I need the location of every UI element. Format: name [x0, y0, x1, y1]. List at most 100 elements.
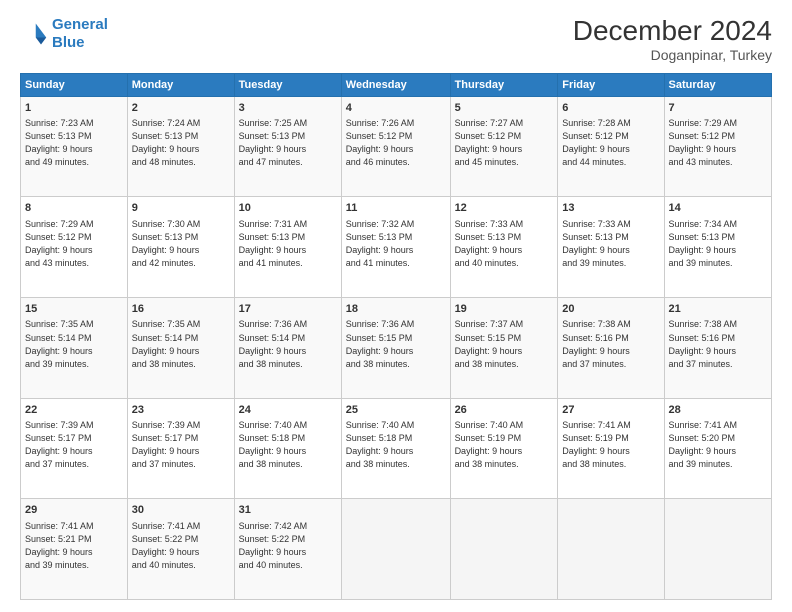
col-saturday: Saturday: [664, 73, 771, 96]
calendar-day-cell: [341, 499, 450, 600]
calendar-day-cell: 2Sunrise: 7:24 AM Sunset: 5:13 PM Daylig…: [127, 96, 234, 197]
logo-line1: General: [52, 16, 108, 33]
day-number: 23: [132, 403, 230, 418]
day-number: 13: [562, 201, 659, 216]
day-info: Sunrise: 7:31 AM Sunset: 5:13 PM Dayligh…: [239, 218, 337, 270]
day-number: 11: [346, 201, 446, 216]
day-info: Sunrise: 7:25 AM Sunset: 5:13 PM Dayligh…: [239, 117, 337, 169]
calendar-day-cell: 13 Sunrise: 7:33 AM Sunset: 5:13 PM Dayli…: [558, 197, 664, 298]
calendar-day-cell: 17Sunrise: 7:36 AM Sunset: 5:14 PM Dayli…: [234, 298, 341, 399]
logo: General Blue: [20, 16, 108, 52]
calendar-day-cell: 1Sunrise: 7:23 AM Sunset: 5:13 PM Daylig…: [21, 96, 128, 197]
calendar-week-row: 1Sunrise: 7:23 AM Sunset: 5:13 PM Daylig…: [21, 96, 772, 197]
day-number: 16: [132, 302, 230, 317]
calendar-subtitle: Doganpinar, Turkey: [573, 47, 772, 63]
day-number: 27: [562, 403, 659, 418]
calendar-day-cell: 31 Sunrise: 7:42 AM Sunset: 5:22 PM Dayli…: [234, 499, 341, 600]
calendar-day-cell: 12 Sunrise: 7:33 AM Sunset: 5:13 PM Dayli…: [450, 197, 558, 298]
col-friday: Friday: [558, 73, 664, 96]
calendar-week-row: 29 Sunrise: 7:41 AM Sunset: 5:21 PM Dayli…: [21, 499, 772, 600]
calendar-day-cell: 29 Sunrise: 7:41 AM Sunset: 5:21 PM Dayli…: [21, 499, 128, 600]
calendar-day-cell: 24Sunrise: 7:40 AM Sunset: 5:18 PM Dayli…: [234, 398, 341, 499]
day-info: Sunrise: 7:41 AM Sunset: 5:19 PM Dayligh…: [562, 419, 659, 471]
day-number: 17: [239, 302, 337, 317]
calendar-day-cell: 8 Sunrise: 7:29 AM Sunset: 5:12 PM Daylig…: [21, 197, 128, 298]
calendar-day-cell: 27Sunrise: 7:41 AM Sunset: 5:19 PM Dayli…: [558, 398, 664, 499]
calendar-day-cell: [664, 499, 771, 600]
day-number: 28: [669, 403, 767, 418]
day-info: Sunrise: 7:40 AM Sunset: 5:18 PM Dayligh…: [239, 419, 337, 471]
col-tuesday: Tuesday: [234, 73, 341, 96]
day-info: Sunrise: 7:42 AM Sunset: 5:22 PM Dayligh…: [239, 520, 337, 572]
day-info: Sunrise: 7:24 AM Sunset: 5:13 PM Dayligh…: [132, 117, 230, 169]
day-number: 2: [132, 101, 230, 116]
title-block: December 2024 Doganpinar, Turkey: [573, 16, 772, 63]
day-info: Sunrise: 7:41 AM Sunset: 5:21 PM Dayligh…: [25, 520, 123, 572]
day-info: Sunrise: 7:34 AM Sunset: 5:13 PM Dayligh…: [669, 218, 767, 270]
day-info: Sunrise: 7:41 AM Sunset: 5:22 PM Dayligh…: [132, 520, 230, 572]
day-number: 14: [669, 201, 767, 216]
day-info: Sunrise: 7:29 AM Sunset: 5:12 PM Dayligh…: [25, 218, 123, 270]
day-info: Sunrise: 7:38 AM Sunset: 5:16 PM Dayligh…: [669, 318, 767, 370]
day-number: 6: [562, 101, 659, 116]
page: General Blue December 2024 Doganpinar, T…: [0, 0, 792, 612]
day-info: Sunrise: 7:39 AM Sunset: 5:17 PM Dayligh…: [25, 419, 123, 471]
day-number: 18: [346, 302, 446, 317]
calendar-day-cell: 14 Sunrise: 7:34 AM Sunset: 5:13 PM Dayli…: [664, 197, 771, 298]
calendar-day-cell: 3Sunrise: 7:25 AM Sunset: 5:13 PM Daylig…: [234, 96, 341, 197]
logo-text: General Blue: [52, 16, 108, 52]
day-info: Sunrise: 7:35 AM Sunset: 5:14 PM Dayligh…: [132, 318, 230, 370]
day-info: Sunrise: 7:38 AM Sunset: 5:16 PM Dayligh…: [562, 318, 659, 370]
calendar-day-cell: 30 Sunrise: 7:41 AM Sunset: 5:22 PM Dayli…: [127, 499, 234, 600]
calendar-day-cell: 10 Sunrise: 7:31 AM Sunset: 5:13 PM Dayli…: [234, 197, 341, 298]
calendar-day-cell: 26Sunrise: 7:40 AM Sunset: 5:19 PM Dayli…: [450, 398, 558, 499]
calendar-day-cell: [450, 499, 558, 600]
calendar-day-cell: 25Sunrise: 7:40 AM Sunset: 5:18 PM Dayli…: [341, 398, 450, 499]
day-number: 1: [25, 101, 123, 116]
day-info: Sunrise: 7:36 AM Sunset: 5:14 PM Dayligh…: [239, 318, 337, 370]
col-wednesday: Wednesday: [341, 73, 450, 96]
calendar-header-row: Sunday Monday Tuesday Wednesday Thursday…: [21, 73, 772, 96]
calendar-title: December 2024: [573, 16, 772, 47]
day-number: 7: [669, 101, 767, 116]
day-info: Sunrise: 7:30 AM Sunset: 5:13 PM Dayligh…: [132, 218, 230, 270]
day-info: Sunrise: 7:40 AM Sunset: 5:18 PM Dayligh…: [346, 419, 446, 471]
day-info: Sunrise: 7:29 AM Sunset: 5:12 PM Dayligh…: [669, 117, 767, 169]
day-number: 9: [132, 201, 230, 216]
day-number: 5: [455, 101, 554, 116]
day-number: 10: [239, 201, 337, 216]
day-number: 3: [239, 101, 337, 116]
calendar-day-cell: 4Sunrise: 7:26 AM Sunset: 5:12 PM Daylig…: [341, 96, 450, 197]
day-info: Sunrise: 7:33 AM Sunset: 5:13 PM Dayligh…: [455, 218, 554, 270]
day-number: 19: [455, 302, 554, 317]
day-number: 12: [455, 201, 554, 216]
calendar-day-cell: 21Sunrise: 7:38 AM Sunset: 5:16 PM Dayli…: [664, 298, 771, 399]
day-number: 21: [669, 302, 767, 317]
col-thursday: Thursday: [450, 73, 558, 96]
calendar-day-cell: 22Sunrise: 7:39 AM Sunset: 5:17 PM Dayli…: [21, 398, 128, 499]
calendar-day-cell: 23Sunrise: 7:39 AM Sunset: 5:17 PM Dayli…: [127, 398, 234, 499]
calendar-day-cell: 7Sunrise: 7:29 AM Sunset: 5:12 PM Daylig…: [664, 96, 771, 197]
header: General Blue December 2024 Doganpinar, T…: [20, 16, 772, 63]
day-info: Sunrise: 7:33 AM Sunset: 5:13 PM Dayligh…: [562, 218, 659, 270]
calendar-day-cell: [558, 499, 664, 600]
calendar-day-cell: 11Sunrise: 7:32 AM Sunset: 5:13 PM Dayli…: [341, 197, 450, 298]
calendar-week-row: 22Sunrise: 7:39 AM Sunset: 5:17 PM Dayli…: [21, 398, 772, 499]
col-monday: Monday: [127, 73, 234, 96]
calendar-table: Sunday Monday Tuesday Wednesday Thursday…: [20, 73, 772, 600]
logo-icon: [20, 20, 48, 48]
day-info: Sunrise: 7:36 AM Sunset: 5:15 PM Dayligh…: [346, 318, 446, 370]
day-number: 31: [239, 503, 337, 518]
day-number: 26: [455, 403, 554, 418]
calendar-day-cell: 6Sunrise: 7:28 AM Sunset: 5:12 PM Daylig…: [558, 96, 664, 197]
day-number: 30: [132, 503, 230, 518]
day-number: 20: [562, 302, 659, 317]
day-info: Sunrise: 7:41 AM Sunset: 5:20 PM Dayligh…: [669, 419, 767, 471]
day-info: Sunrise: 7:27 AM Sunset: 5:12 PM Dayligh…: [455, 117, 554, 169]
day-number: 29: [25, 503, 123, 518]
calendar-day-cell: 9 Sunrise: 7:30 AM Sunset: 5:13 PM Daylig…: [127, 197, 234, 298]
day-info: Sunrise: 7:37 AM Sunset: 5:15 PM Dayligh…: [455, 318, 554, 370]
day-number: 8: [25, 201, 123, 216]
calendar-day-cell: 20Sunrise: 7:38 AM Sunset: 5:16 PM Dayli…: [558, 298, 664, 399]
calendar-week-row: 8 Sunrise: 7:29 AM Sunset: 5:12 PM Daylig…: [21, 197, 772, 298]
